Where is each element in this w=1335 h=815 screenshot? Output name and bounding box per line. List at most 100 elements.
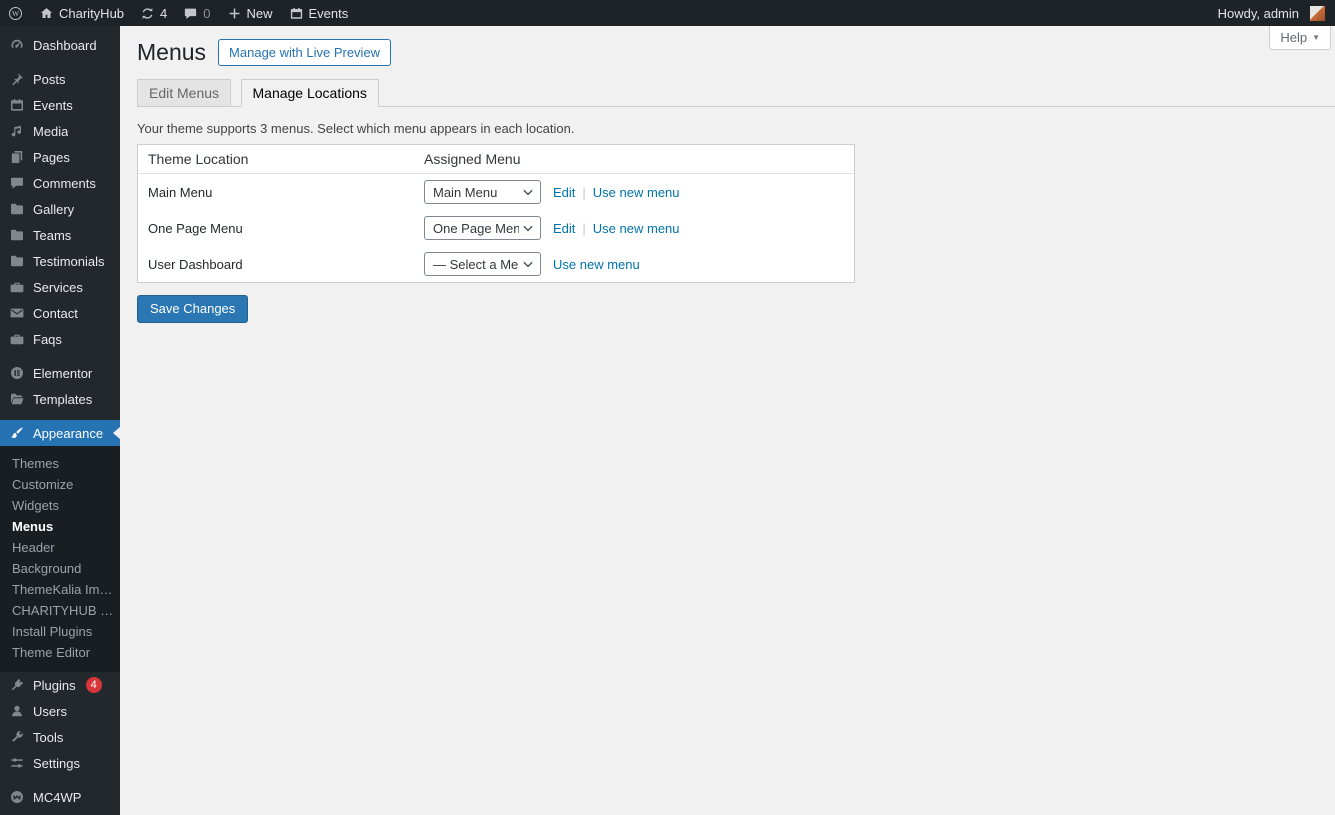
submenu-item-background[interactable]: Background [0, 558, 120, 579]
sidebar-item-label: Plugins [33, 678, 76, 693]
save-changes-button[interactable]: Save Changes [137, 295, 248, 323]
sidebar-item-label: Gallery [33, 202, 74, 217]
sidebar-item-mc4wp[interactable]: MC4WP [0, 784, 120, 810]
sidebar-item-testimonials[interactable]: Testimonials [0, 248, 120, 274]
open-folder-icon [9, 391, 25, 407]
adminbar-events-label: Events [309, 6, 349, 21]
calendar-icon [289, 6, 304, 21]
wordpress-logo-icon: W [8, 6, 23, 21]
menu-locations-table: Theme Location Assigned Menu Main Menu M… [138, 145, 854, 282]
howdy-menu[interactable]: Howdy, admin [1210, 0, 1333, 26]
sidebar-item-label: Services [33, 280, 83, 295]
sidebar-item-label: Templates [33, 392, 92, 407]
site-name-link[interactable]: CharityHub [31, 0, 132, 26]
selected-menu-value: One Page Menu [433, 221, 519, 236]
sidebar-item-label: Tools [33, 730, 63, 745]
plugin-icon [9, 677, 25, 693]
sidebar-item-label: Faqs [33, 332, 62, 347]
updates-link[interactable]: 4 [132, 0, 175, 26]
sidebar-item-label: Appearance [33, 426, 103, 441]
site-name-label: CharityHub [59, 6, 124, 21]
sidebar-item-elementor[interactable]: Elementor [0, 360, 120, 386]
edit-menu-link[interactable]: Edit [553, 185, 575, 200]
sidebar-item-dashboard[interactable]: Dashboard [0, 32, 120, 58]
manage-live-preview-button[interactable]: Manage with Live Preview [218, 39, 391, 66]
briefcase-icon [9, 331, 25, 347]
comment-count: 0 [203, 6, 210, 21]
sidebar-separator [0, 776, 120, 784]
sidebar-item-media[interactable]: Media [0, 118, 120, 144]
submenu-item-charityhub-options[interactable]: CHARITYHUB Options [0, 600, 120, 621]
chevron-down-icon: ▼ [1312, 33, 1320, 42]
sidebar-item-services[interactable]: Services [0, 274, 120, 300]
folder-media-icon [9, 253, 25, 269]
link-separator: | [582, 221, 585, 236]
sidebar-item-label: Events [33, 98, 73, 113]
submenu-item-install-plugins[interactable]: Install Plugins [0, 621, 120, 642]
sidebar-item-label: Testimonials [33, 254, 105, 269]
column-header-assigned-menu: Assigned Menu [414, 145, 854, 174]
new-content-link[interactable]: New [219, 0, 281, 26]
tab-edit-menus[interactable]: Edit Menus [137, 79, 231, 106]
tab-manage-locations[interactable]: Manage Locations [241, 79, 379, 107]
submenu-item-widgets[interactable]: Widgets [0, 495, 120, 516]
selected-menu-value: Main Menu [433, 185, 497, 200]
sidebar-item-tools[interactable]: Tools [0, 724, 120, 750]
submenu-item-themes[interactable]: Themes [0, 453, 120, 474]
use-new-menu-link[interactable]: Use new menu [553, 257, 640, 272]
use-new-menu-link[interactable]: Use new menu [593, 185, 680, 200]
wp-logo-menu[interactable]: W [0, 0, 31, 26]
sidebar-item-users[interactable]: Users [0, 698, 120, 724]
sidebar-item-events[interactable]: Events [0, 92, 120, 118]
comments-link[interactable]: 0 [175, 0, 218, 26]
assigned-menu-select[interactable]: One Page Menu [424, 216, 541, 240]
submenu-item-customize[interactable]: Customize [0, 474, 120, 495]
location-label: Main Menu [138, 174, 414, 211]
use-new-menu-link[interactable]: Use new menu [593, 221, 680, 236]
sidebar-item-templates[interactable]: Templates [0, 386, 120, 412]
comment-bubble-icon [9, 175, 25, 191]
avatar [1310, 6, 1325, 21]
home-icon [39, 6, 54, 21]
dashboard-icon [9, 37, 25, 53]
help-label: Help [1280, 30, 1307, 45]
envelope-icon [9, 305, 25, 321]
column-header-theme-location: Theme Location [138, 145, 414, 174]
sidebar-item-contact[interactable]: Contact [0, 300, 120, 326]
chevron-down-icon [523, 225, 533, 232]
submenu-item-menus[interactable]: Menus [0, 516, 120, 537]
sidebar-item-posts[interactable]: Posts [0, 66, 120, 92]
sidebar-item-label: Posts [33, 72, 66, 87]
wrench-icon [9, 729, 25, 745]
table-row: One Page Menu One Page Menu [138, 210, 854, 246]
sidebar-item-comments[interactable]: Comments [0, 170, 120, 196]
help-button[interactable]: Help ▼ [1269, 26, 1331, 50]
sidebar-item-pages[interactable]: Pages [0, 144, 120, 170]
sidebar-item-teams[interactable]: Teams [0, 222, 120, 248]
sidebar-item-appearance[interactable]: Appearance [0, 420, 120, 446]
tab-bar: Edit Menus Manage Locations [137, 79, 1335, 107]
sidebar-item-faqs[interactable]: Faqs [0, 326, 120, 352]
pushpin-icon [9, 71, 25, 87]
adminbar-events-link[interactable]: Events [281, 0, 357, 26]
sidebar-item-charitable[interactable]: Charitable [0, 810, 120, 815]
submenu-item-themekalia-import[interactable]: ThemeKalia Import [0, 579, 120, 600]
edit-menu-link[interactable]: Edit [553, 221, 575, 236]
media-icon [9, 123, 25, 139]
admin-sidebar: Dashboard Posts Events Media [0, 26, 120, 815]
assigned-menu-select[interactable]: Main Menu [424, 180, 541, 204]
submenu-item-header[interactable]: Header [0, 537, 120, 558]
table-row: Main Menu Main Menu [138, 174, 854, 211]
updates-icon [140, 6, 155, 21]
sidebar-item-settings[interactable]: Settings [0, 750, 120, 776]
assigned-menu-select[interactable]: — Select a Menu — [424, 252, 541, 276]
sidebar-item-label: Dashboard [33, 38, 97, 53]
sidebar-item-gallery[interactable]: Gallery [0, 196, 120, 222]
sidebar-item-plugins[interactable]: Plugins 4 [0, 672, 120, 698]
elementor-icon [9, 365, 25, 381]
paintbrush-icon [9, 425, 25, 441]
sidebar-separator [0, 412, 120, 420]
sidebar-item-label: Settings [33, 756, 80, 771]
submenu-item-theme-editor[interactable]: Theme Editor [0, 642, 120, 663]
pages-icon [9, 149, 25, 165]
